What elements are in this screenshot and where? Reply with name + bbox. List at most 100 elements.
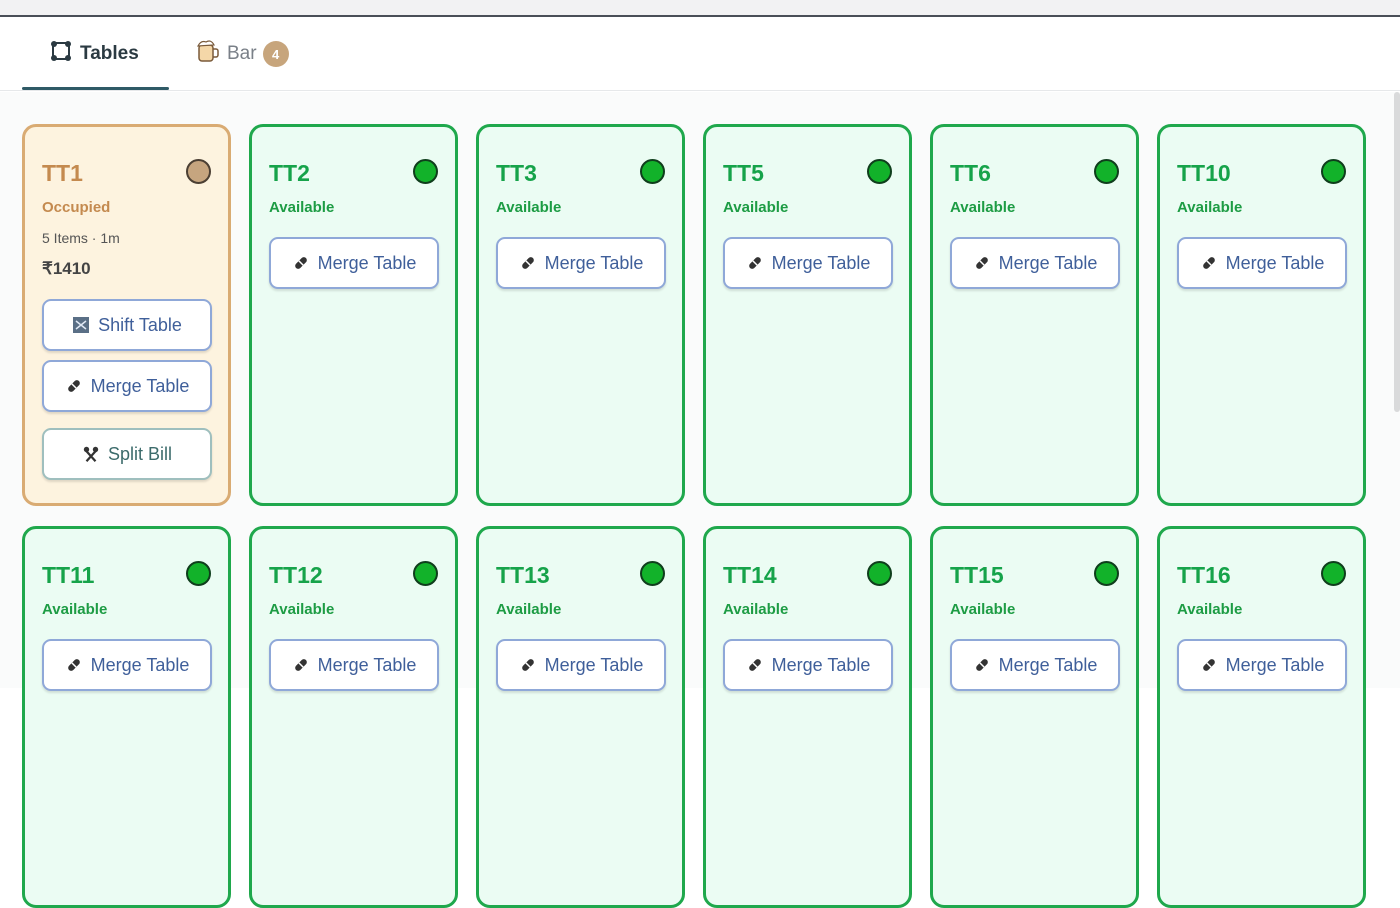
table-name: TT10 <box>1177 160 1231 186</box>
table-name: TT14 <box>723 562 777 588</box>
status-indicator-dot <box>1094 561 1119 586</box>
status-indicator-dot <box>640 561 665 586</box>
tables-content-area: TT1 Occupied 5 Items · 1m ₹1410 Shift Table M… <box>0 92 1400 908</box>
button-label: Split Bill <box>107 443 173 464</box>
table-name: TT1 <box>42 160 83 186</box>
tab-bar-drinks[interactable]: Bar 4 <box>196 17 289 91</box>
beer-mug-icon <box>196 39 219 69</box>
browser-top-bar <box>0 0 1400 17</box>
merge-icon <box>292 254 310 272</box>
merge-table-button[interactable]: Merge Table <box>950 639 1120 691</box>
vertical-scrollbar[interactable] <box>1394 92 1400 412</box>
merge-table-button[interactable]: Merge Table <box>950 237 1120 289</box>
active-tab-indicator <box>22 87 169 90</box>
merge-icon <box>65 656 83 674</box>
merge-table-button[interactable]: Merge Table <box>42 639 212 691</box>
merge-icon <box>973 254 991 272</box>
merge-table-button[interactable]: Merge Table <box>269 237 439 289</box>
merge-table-button[interactable]: Merge Table <box>496 237 666 289</box>
table-status: Available <box>1177 199 1243 216</box>
status-indicator-dot <box>867 159 892 184</box>
table-card-tt5[interactable]: TT5 Available Merge Table <box>703 124 912 506</box>
tab-bar-label: Bar <box>227 43 257 64</box>
table-card-tt1[interactable]: TT1 Occupied 5 Items · 1m ₹1410 Shift Table M… <box>22 124 231 506</box>
button-label: Merge Table <box>998 654 1098 675</box>
merge-icon <box>292 656 310 674</box>
table-card-tt6[interactable]: TT6 Available Merge Table <box>930 124 1139 506</box>
merge-icon <box>746 656 764 674</box>
tab-tables-label: Tables <box>80 43 139 64</box>
table-status: Available <box>1177 601 1243 618</box>
status-indicator-dot <box>1321 159 1346 184</box>
button-label: Merge Table <box>771 654 871 675</box>
order-amount: ₹1410 <box>42 259 91 278</box>
merge-table-button[interactable]: Merge Table <box>1177 237 1347 289</box>
table-card-tt14[interactable]: TT14 Available Merge Table <box>703 526 912 908</box>
merge-icon <box>1200 656 1218 674</box>
table-status: Available <box>950 601 1016 618</box>
status-indicator-dot <box>640 159 665 184</box>
shift-icon <box>72 316 90 334</box>
merge-icon <box>519 656 537 674</box>
merge-table-button[interactable]: Merge Table <box>1177 639 1347 691</box>
split-bill-button[interactable]: Split Bill <box>42 428 212 480</box>
table-status: Available <box>950 199 1016 216</box>
table-name: TT3 <box>496 160 537 186</box>
table-name: TT6 <box>950 160 991 186</box>
table-name: TT2 <box>269 160 310 186</box>
tab-bar: Tables Bar 4 <box>0 17 1400 91</box>
merge-icon <box>519 254 537 272</box>
table-status: Available <box>42 601 108 618</box>
bar-count-badge: 4 <box>262 41 289 67</box>
table-name: TT13 <box>496 562 550 588</box>
table-card-tt16[interactable]: TT16 Available Merge Table <box>1157 526 1366 908</box>
table-status: Available <box>723 601 789 618</box>
status-indicator-dot <box>413 159 438 184</box>
tab-tables[interactable]: Tables <box>50 17 139 91</box>
table-name: TT15 <box>950 562 1004 588</box>
merge-table-button[interactable]: Merge Table <box>496 639 666 691</box>
button-label: Merge Table <box>317 252 417 273</box>
merge-icon <box>1200 254 1218 272</box>
table-card-tt3[interactable]: TT3 Available Merge Table <box>476 124 685 506</box>
button-label: Merge Table <box>90 654 190 675</box>
tables-grid: TT1 Occupied 5 Items · 1m ₹1410 Shift Table M… <box>22 124 1366 908</box>
button-label: Merge Table <box>771 252 871 273</box>
table-card-tt11[interactable]: TT11 Available Merge Table <box>22 526 231 908</box>
merge-table-button[interactable]: Merge Table <box>723 237 893 289</box>
button-label: Merge Table <box>544 252 644 273</box>
merge-icon <box>65 377 83 395</box>
table-card-tt15[interactable]: TT15 Available Merge Table <box>930 526 1139 908</box>
table-grid-icon <box>50 40 72 68</box>
split-icon <box>82 445 100 463</box>
table-status: Available <box>496 601 562 618</box>
table-card-tt2[interactable]: TT2 Available Merge Table <box>249 124 458 506</box>
merge-icon <box>746 254 764 272</box>
table-name: TT16 <box>1177 562 1231 588</box>
merge-table-button[interactable]: Merge Table <box>269 639 439 691</box>
table-status: Available <box>723 199 789 216</box>
table-status: Available <box>269 199 335 216</box>
button-label: Merge Table <box>544 654 644 675</box>
table-name: TT11 <box>42 562 95 588</box>
status-indicator-dot <box>413 561 438 586</box>
button-label: Merge Table <box>1225 654 1325 675</box>
table-name: TT12 <box>269 562 323 588</box>
table-status: Available <box>496 199 562 216</box>
table-status: Occupied <box>42 199 111 216</box>
status-indicator-dot <box>1094 159 1119 184</box>
status-indicator-dot <box>867 561 892 586</box>
merge-table-button[interactable]: Merge Table <box>723 639 893 691</box>
table-card-tt13[interactable]: TT13 Available Merge Table <box>476 526 685 908</box>
button-label: Merge Table <box>1225 252 1325 273</box>
button-label: Merge Table <box>317 654 417 675</box>
button-label: Shift Table <box>98 314 182 335</box>
table-card-tt10[interactable]: TT10 Available Merge Table <box>1157 124 1366 506</box>
status-indicator-dot <box>186 561 211 586</box>
shift-table-button[interactable]: Shift Table <box>42 299 212 351</box>
merge-icon <box>973 656 991 674</box>
status-indicator-dot <box>1321 561 1346 586</box>
table-card-tt12[interactable]: TT12 Available Merge Table <box>249 526 458 908</box>
button-label: Merge Table <box>90 375 190 396</box>
merge-table-button[interactable]: Merge Table <box>42 360 212 412</box>
